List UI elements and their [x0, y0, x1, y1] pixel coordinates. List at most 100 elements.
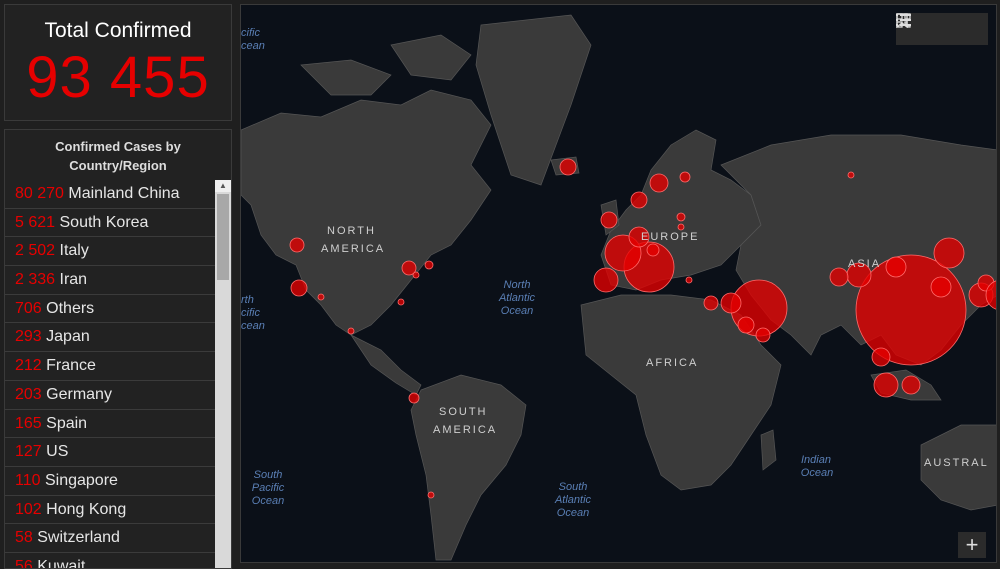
country-row[interactable]: 102 Hong Kong: [5, 496, 215, 525]
scroll-up-icon[interactable]: ▲: [215, 180, 231, 192]
label-s-pac-1: South: [254, 469, 283, 481]
case-bubble[interactable]: [873, 372, 899, 398]
country-case-count: 58: [15, 529, 33, 547]
label-pac-mid-1: rth: [241, 294, 254, 306]
case-bubble[interactable]: [676, 212, 686, 222]
country-name: Switzerland: [37, 529, 120, 547]
country-name: Spain: [46, 414, 88, 432]
label-s-pac-2: Pacific: [252, 482, 285, 494]
list-scrollbar[interactable]: ▲: [215, 180, 231, 568]
case-bubble[interactable]: [427, 491, 435, 499]
country-case-count: 165: [15, 414, 42, 432]
zoom-in-button[interactable]: +: [958, 532, 986, 558]
case-bubble[interactable]: [871, 347, 891, 367]
country-name: Kuwait: [37, 557, 86, 569]
case-bubble[interactable]: [737, 316, 755, 334]
label-s-atl-1: South: [559, 481, 588, 493]
country-case-count: 56: [15, 557, 33, 569]
case-bubble[interactable]: [933, 237, 965, 269]
label-pac-top-1: cific: [241, 27, 260, 39]
world-map[interactable]: NORTH AMERICA SOUTH AMERICA EUROPE ASIA …: [240, 4, 997, 563]
case-bubble[interactable]: [930, 276, 952, 298]
country-name: Singapore: [44, 471, 118, 489]
country-case-count: 2 336: [15, 271, 56, 289]
country-name: Italy: [59, 242, 89, 260]
case-bubble[interactable]: [677, 223, 685, 231]
scrollbar-thumb[interactable]: [217, 194, 229, 280]
country-name: France: [46, 357, 96, 375]
total-confirmed-title: Total Confirmed: [44, 19, 192, 42]
country-row[interactable]: 56 Kuwait: [5, 553, 215, 569]
label-indian-1: Indian: [801, 454, 831, 466]
label-pac-top-2: cean: [241, 40, 265, 52]
country-row[interactable]: 203 Germany: [5, 381, 215, 410]
case-bubble[interactable]: [593, 267, 619, 293]
country-case-count: 2 502: [15, 242, 56, 260]
case-bubble[interactable]: [290, 279, 308, 297]
country-row[interactable]: 5 621 South Korea: [5, 209, 215, 238]
case-bubble[interactable]: [600, 211, 618, 229]
case-bubble[interactable]: [630, 191, 648, 209]
label-s-pac-3: Ocean: [252, 495, 284, 507]
label-n-atl-3: Ocean: [501, 305, 533, 317]
case-bubble[interactable]: [559, 158, 577, 176]
case-bubble[interactable]: [685, 276, 693, 284]
case-bubble[interactable]: [412, 271, 420, 279]
label-s-atl-3: Ocean: [557, 507, 589, 519]
case-bubble[interactable]: [703, 295, 719, 311]
country-row[interactable]: 212 France: [5, 352, 215, 381]
case-bubble[interactable]: [829, 267, 849, 287]
south-america-landmass: [410, 374, 527, 561]
country-case-count: 110: [15, 471, 41, 489]
case-bubble[interactable]: [317, 293, 325, 301]
country-name: US: [46, 443, 69, 461]
country-case-count: 212: [15, 357, 42, 375]
qr-grid-icon[interactable]: [896, 13, 984, 40]
label-n-atl-2: Atlantic: [498, 292, 536, 304]
country-name: Iran: [59, 271, 88, 289]
north-america-landmass: [241, 89, 492, 336]
case-bubble[interactable]: [755, 327, 771, 343]
label-pac-mid-3: cean: [241, 320, 265, 332]
country-row[interactable]: 2 502 Italy: [5, 237, 215, 267]
case-bubble[interactable]: [289, 237, 305, 253]
country-case-count: 203: [15, 385, 42, 403]
central-america-landmass: [349, 334, 422, 396]
case-bubble[interactable]: [649, 173, 669, 193]
case-bubble[interactable]: [347, 327, 355, 335]
map-canvas[interactable]: NORTH AMERICA SOUTH AMERICA EUROPE ASIA …: [241, 5, 997, 563]
country-row[interactable]: 58 Switzerland: [5, 524, 215, 553]
list-icon[interactable]: [896, 14, 953, 40]
case-bubble[interactable]: [408, 392, 420, 404]
map-toolbar: [896, 13, 988, 45]
case-bubble[interactable]: [885, 256, 907, 278]
country-name: Japan: [46, 328, 90, 346]
total-confirmed-panel: Total Confirmed 93 455: [4, 4, 232, 121]
country-case-count: 127: [15, 443, 42, 461]
country-case-count: 5 621: [15, 213, 56, 231]
label-indian-2: Ocean: [801, 467, 833, 479]
case-bubble[interactable]: [720, 292, 742, 314]
label-asia: ASIA: [848, 258, 881, 270]
case-bubble[interactable]: [901, 375, 921, 395]
label-south-america-1: SOUTH: [439, 406, 488, 418]
label-s-atl-2: Atlantic: [554, 494, 592, 506]
label-south-america-2: AMERICA: [433, 424, 497, 436]
cases-list-title: Confirmed Cases by Country/Region: [55, 139, 181, 173]
country-row[interactable]: 293 Japan: [5, 323, 215, 353]
case-bubble[interactable]: [397, 298, 405, 306]
country-row[interactable]: 2 336 Iran: [5, 266, 215, 295]
country-case-count: 80 270: [15, 185, 64, 202]
case-bubble[interactable]: [847, 171, 855, 179]
case-bubble[interactable]: [424, 260, 434, 270]
country-row[interactable]: 706 Others: [5, 295, 215, 324]
country-row[interactable]: 165 Spain: [5, 410, 215, 439]
country-case-count: 293: [15, 328, 42, 346]
canada-arctic-islands: [300, 34, 472, 96]
country-row[interactable]: 127 US: [5, 438, 215, 467]
case-bubble[interactable]: [679, 171, 691, 183]
country-row[interactable]: 80 270 Mainland China: [5, 180, 215, 209]
case-bubble[interactable]: [646, 243, 660, 257]
country-row[interactable]: 110 Singapore: [5, 467, 215, 496]
case-bubble[interactable]: [855, 254, 967, 366]
